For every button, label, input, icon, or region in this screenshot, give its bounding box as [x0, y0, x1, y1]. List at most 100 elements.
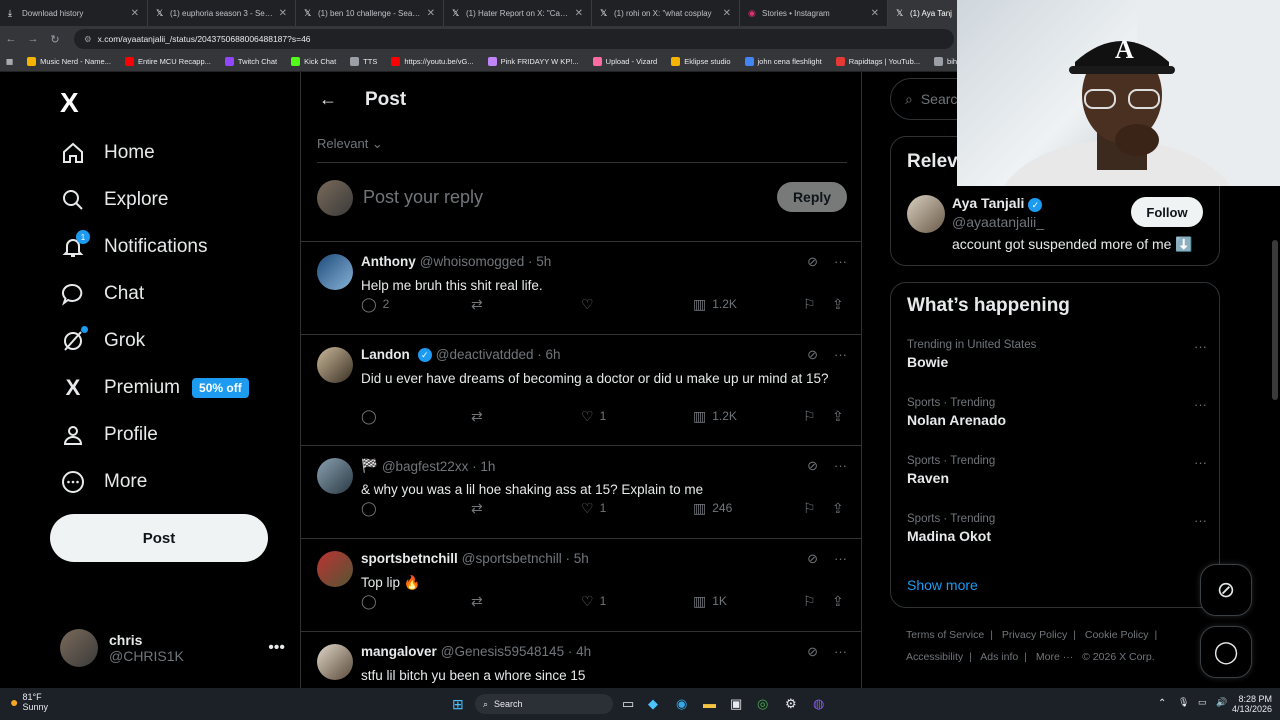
post-button[interactable]: Post [50, 514, 268, 562]
show-more-link[interactable]: Show more [907, 577, 978, 593]
sidebar-item-explore[interactable]: Explore [60, 180, 168, 220]
sort-dropdown[interactable]: Relevant ⌄ [317, 136, 383, 152]
bookmark-item[interactable]: Upload - Vizard [592, 57, 657, 66]
share-action[interactable]: ⇪ [832, 296, 850, 313]
more-horizontal-icon[interactable]: ••• [268, 639, 285, 657]
follow-button[interactable]: Follow [1131, 197, 1203, 227]
reply-item[interactable]: Anthony @whoisomogged · 5h ⊘ ··· Help me b… [301, 242, 861, 335]
footer-link[interactable]: More ··· [1036, 651, 1073, 663]
views-action[interactable]: ▥ 1K [693, 593, 727, 610]
avatar[interactable] [317, 551, 353, 587]
x-logo-icon[interactable]: X [60, 87, 79, 119]
grok-fab[interactable]: ⊘ [1200, 564, 1252, 616]
footer-link[interactable]: Accessibility [906, 651, 963, 663]
author-handle[interactable]: @deactivatdded [436, 347, 534, 362]
sidebar-item-chat[interactable]: Chat [60, 274, 144, 314]
trend-item[interactable]: Sports · Trending Madina Okot ··· [907, 513, 1207, 544]
timestamp[interactable]: 1h [480, 459, 495, 474]
reply-input[interactable]: Post your reply [363, 187, 483, 208]
bookmark-action[interactable]: ⚐ [803, 296, 822, 313]
author-handle[interactable]: @bagfest22xx [382, 459, 469, 474]
footer-link[interactable]: Ads info [980, 651, 1018, 663]
weather-widget[interactable]: ● 81°F Sunny [10, 692, 48, 712]
settings-icon[interactable]: ⚙ [785, 696, 797, 712]
author-name[interactable]: sportsbetnchill [361, 551, 458, 566]
sidebar-item-premium[interactable]: X Premium 50% off [60, 368, 249, 408]
sidebar-item-grok[interactable]: Grok [60, 321, 145, 361]
browser-tab[interactable]: 𝕏 (1) Hater Report on X: "Camero ✕ [444, 0, 592, 26]
discord-icon[interactable]: ◍ [813, 696, 824, 712]
timestamp[interactable]: 5h [536, 254, 551, 269]
grok-icon[interactable]: ⊘ [807, 644, 818, 660]
browser-tab[interactable]: ⤓ Download history ✕ [0, 0, 148, 26]
browser-tab[interactable]: 𝕏 (1) ben 10 challenge - Search / ✕ [296, 0, 444, 26]
reply-item[interactable]: 🏁 @bagfest22xx · 1h ⊘ ··· & why you was a … [301, 446, 861, 539]
like-action[interactable]: ♡ 1 [581, 408, 606, 425]
close-icon[interactable]: ✕ [131, 8, 139, 19]
repost-action[interactable]: ⇄ [471, 500, 489, 517]
bookmark-item[interactable]: Twitch Chat [224, 57, 277, 66]
avatar[interactable] [907, 195, 945, 233]
trend-item[interactable]: Sports · Trending Nolan Arenado ··· [907, 397, 1207, 428]
close-icon[interactable]: ✕ [575, 8, 583, 19]
timestamp[interactable]: 5h [574, 551, 589, 566]
bookmark-action[interactable]: ⚐ [803, 500, 822, 517]
more-horizontal-icon[interactable]: ··· [1194, 455, 1207, 470]
author-name[interactable]: Landon [361, 347, 410, 362]
sidebar-item-notifications[interactable]: 1 Notifications [60, 227, 208, 267]
grok-icon[interactable]: ⊘ [807, 347, 818, 363]
views-action[interactable]: ▥ 1.2K [693, 408, 737, 425]
repost-action[interactable]: ⇄ [471, 593, 489, 610]
footer-link[interactable]: Terms of Service [906, 629, 984, 641]
chevron-up-icon[interactable]: ⌃ [1158, 698, 1166, 709]
more-horizontal-icon[interactable]: ··· [834, 347, 847, 363]
trend-item[interactable]: Trending in United States Bowie ··· [907, 339, 1207, 370]
store-icon[interactable]: ▣ [730, 696, 742, 712]
forward-arrow-icon[interactable]: → [22, 33, 44, 45]
repost-action[interactable]: ⇄ [471, 408, 489, 425]
bookmark-item[interactable]: https://youtu.be/vG... [391, 57, 474, 66]
copilot-icon[interactable]: ◆ [648, 696, 658, 712]
volume-icon[interactable]: 🔊 [1216, 697, 1227, 708]
avatar[interactable] [317, 644, 353, 680]
reply-item[interactable]: mangalover @Genesis59548145 · 4h ⊘ ··· stf… [301, 632, 861, 688]
grok-icon[interactable]: ⊘ [807, 458, 818, 474]
reply-action[interactable]: ◯ 2 [361, 296, 389, 313]
more-horizontal-icon[interactable]: ··· [1194, 339, 1207, 354]
close-icon[interactable]: ✕ [279, 8, 287, 19]
task-view-icon[interactable]: ▭ [622, 696, 634, 712]
chrome-icon[interactable]: ◎ [757, 696, 768, 712]
footer-link[interactable]: Cookie Policy [1085, 629, 1149, 641]
account-switcher[interactable]: chris @CHRIS1K ••• [60, 628, 285, 668]
bookmark-item[interactable]: Pink FRIDAYY W KP!... [487, 57, 579, 66]
timestamp[interactable]: 4h [576, 644, 591, 659]
like-action[interactable]: ♡ 1 [581, 500, 606, 517]
reload-icon[interactable]: ↻ [44, 33, 66, 46]
windows-start-icon[interactable]: ⊞ [452, 696, 464, 713]
repost-action[interactable]: ⇄ [471, 296, 489, 313]
microphone-icon[interactable]: 🎙 [1178, 697, 1189, 708]
bookmark-item[interactable]: Eklipse studio [671, 57, 731, 66]
reply-action[interactable]: ◯ [361, 408, 383, 425]
edge-icon[interactable]: ◉ [676, 696, 687, 712]
more-horizontal-icon[interactable]: ··· [834, 644, 847, 660]
avatar[interactable] [317, 347, 353, 383]
apps-icon[interactable]: ▦ [6, 57, 13, 66]
author-name[interactable]: mangalover [361, 644, 437, 659]
bookmark-item[interactable]: Rapidtags | YouTub... [835, 57, 920, 66]
author-name[interactable]: Anthony [361, 254, 416, 269]
reply-item[interactable]: Landon ✓ @deactivatdded · 6h ⊘ ··· Did u ev… [301, 335, 861, 446]
more-horizontal-icon[interactable]: ··· [1194, 513, 1207, 528]
scrollbar[interactable] [1272, 240, 1278, 400]
share-action[interactable]: ⇪ [832, 500, 850, 517]
footer-link[interactable]: Privacy Policy [1002, 629, 1067, 641]
more-horizontal-icon[interactable]: ··· [834, 551, 847, 567]
close-icon[interactable]: ✕ [723, 8, 731, 19]
views-action[interactable]: ▥ 246 [693, 500, 732, 517]
network-icon[interactable]: ▭ [1198, 697, 1207, 708]
author-handle[interactable]: @sportsbetnchill [462, 551, 562, 566]
share-action[interactable]: ⇪ [832, 593, 850, 610]
grok-icon[interactable]: ⊘ [807, 551, 818, 567]
bookmark-action[interactable]: ⚐ [803, 408, 822, 425]
sidebar-item-home[interactable]: Home [60, 133, 155, 173]
